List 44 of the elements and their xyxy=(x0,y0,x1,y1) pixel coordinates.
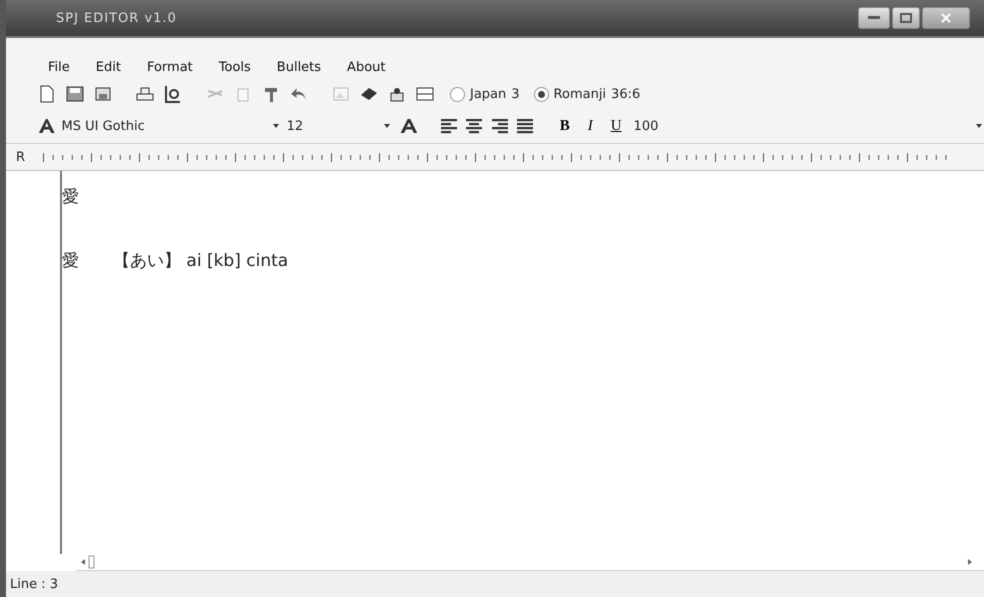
style-button[interactable]: U xyxy=(604,118,628,134)
print-icon[interactable] xyxy=(136,85,154,103)
radio-label[interactable]: Japan xyxy=(470,86,506,102)
close-icon xyxy=(941,13,951,23)
menu-item[interactable]: Tools xyxy=(218,60,251,75)
menu-item[interactable]: Bullets xyxy=(276,60,322,75)
size-dropdown[interactable]: 12 xyxy=(286,115,392,137)
text-line: 愛 【あい】 ai [kb] cinta xyxy=(62,250,290,273)
menu-item[interactable]: Edit xyxy=(96,60,121,75)
radio-button[interactable] xyxy=(534,86,549,102)
scroll-right-icon[interactable] xyxy=(966,557,974,567)
status-text: Line : 3 xyxy=(10,576,58,592)
frame-icon[interactable] xyxy=(416,85,434,103)
maximize-button[interactable] xyxy=(892,7,920,29)
dropdown-caret-icon[interactable] xyxy=(270,122,281,130)
align-justify-icon[interactable] xyxy=(516,117,534,135)
dropdown-caret-icon[interactable] xyxy=(974,122,984,130)
maximize-icon xyxy=(900,13,912,23)
new-file-icon[interactable] xyxy=(38,85,56,103)
radio-button[interactable] xyxy=(450,86,465,102)
font-icon xyxy=(38,117,56,135)
insert-icon[interactable] xyxy=(388,85,406,103)
font-dropdown[interactable]: MS UI Gothic xyxy=(62,115,281,137)
align-center-icon[interactable] xyxy=(465,117,484,135)
style-button[interactable]: B xyxy=(554,118,576,134)
text-line: 愛 xyxy=(62,186,80,209)
menu-item[interactable]: Format xyxy=(146,60,193,75)
menu-item[interactable]: About xyxy=(347,60,386,75)
style-button[interactable]: I xyxy=(582,118,599,134)
minimize-icon xyxy=(868,16,880,20)
radio-label[interactable]: Romanji xyxy=(554,86,606,102)
close-button[interactable] xyxy=(922,7,970,29)
menu-item[interactable]: File xyxy=(48,60,70,75)
window-title: SPJ EDITOR v1.0 xyxy=(56,10,177,26)
align-right-icon[interactable] xyxy=(490,117,509,135)
zoom-dropdown[interactable]: 100 xyxy=(634,115,984,137)
count-label: 36:6 xyxy=(611,86,640,102)
count-label: 3 xyxy=(511,86,520,102)
dropdown-caret-icon[interactable] xyxy=(382,122,392,130)
print-preview-icon[interactable] xyxy=(164,85,182,103)
minimize-button[interactable] xyxy=(858,7,890,29)
ruler-label: R xyxy=(16,150,26,164)
save-icon[interactable] xyxy=(94,85,112,103)
align-left-icon[interactable] xyxy=(440,117,458,135)
